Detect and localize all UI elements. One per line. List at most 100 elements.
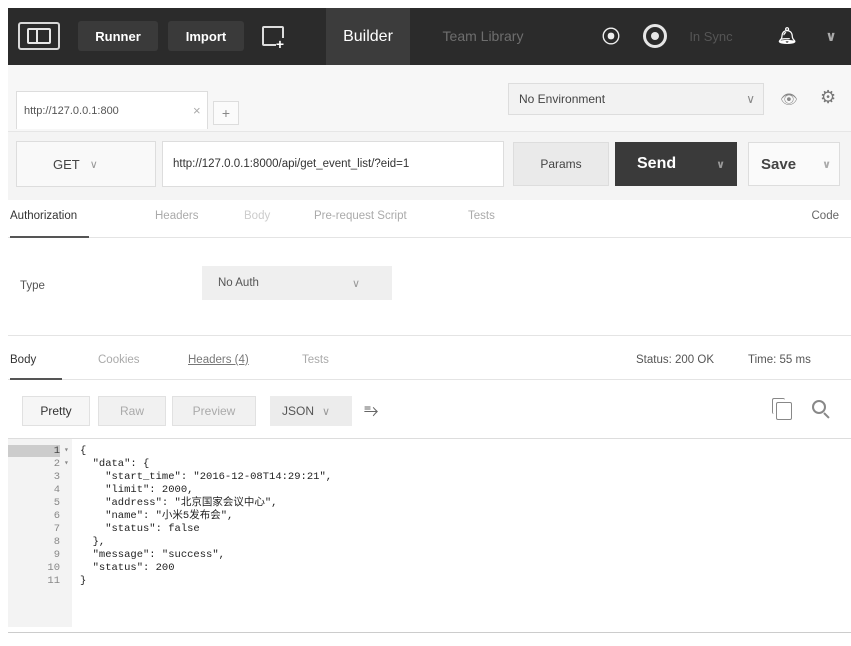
chevron-down-icon[interactable]: ∨ [822, 158, 831, 171]
send-label: Send [637, 155, 677, 172]
code-text: "limit": 2000, [80, 484, 194, 496]
wrap-lines-icon[interactable]: ⥱ [364, 400, 388, 422]
tab-cookies[interactable]: Cookies [98, 354, 140, 366]
chevron-down-icon: ∨ [746, 92, 755, 106]
auth-type-select[interactable]: No Auth ∨ [202, 266, 392, 300]
sidebar-toggle-icon[interactable] [18, 22, 60, 50]
code-line: 1 ▾ { [8, 445, 851, 457]
code-text: "start_time": "2016-12-08T14:29:21", [80, 471, 333, 483]
eye-icon[interactable]: 👁︎ [780, 91, 802, 107]
code-line: 10 "status": 200 [8, 562, 851, 574]
top-toolbar: Runner Import Builder Team Library ⦿ In … [8, 8, 851, 65]
tab-response-body[interactable]: Body [10, 354, 63, 380]
response-time: Time: 55 ms [748, 354, 811, 366]
status-badge: Status: 200 OK [636, 354, 714, 366]
line-number: 11 [47, 575, 60, 587]
line-number: 7 [53, 523, 60, 535]
close-icon[interactable]: × [193, 103, 201, 118]
send-button[interactable]: Send ∨ [615, 142, 737, 186]
params-button[interactable]: Params [513, 142, 609, 186]
code-line: 7 "status": false [8, 523, 851, 535]
code-text: "name": "小米5发布会", [80, 510, 234, 522]
import-button[interactable]: Import [168, 21, 244, 51]
gear-icon[interactable]: ⚙ [820, 87, 842, 109]
line-number: 4 [53, 484, 60, 496]
environment-select-value: No Environment [519, 92, 606, 106]
response-body-viewer[interactable]: 1 ▾ { 2 ▾ "data": { 3 "start_time": "2016-1… [8, 438, 851, 646]
line-number: 1 [8, 445, 60, 457]
runner-button[interactable]: Runner [78, 21, 158, 51]
line-number: 5 [53, 497, 60, 509]
pretty-button[interactable]: Pretty [22, 396, 90, 426]
response-toolbar: Pretty Raw Preview JSON ∨ ⥱ [8, 380, 851, 438]
fold-toggle-icon[interactable]: ▾ [64, 458, 69, 470]
code-line: 2 ▾ "data": { [8, 458, 851, 470]
tab-response-headers[interactable]: Headers (4) [188, 354, 249, 366]
code-text: "message": "success", [80, 549, 225, 561]
line-number: 3 [53, 471, 60, 483]
team-library-tab[interactable]: Team Library [428, 21, 538, 51]
code-line: 6 "name": "小米5发布会", [8, 510, 851, 522]
chevron-down-icon: ∨ [89, 158, 98, 171]
line-number: 10 [47, 562, 60, 574]
chevron-down-icon: ∨ [352, 277, 361, 290]
save-label: Save [761, 155, 797, 173]
save-button[interactable]: Save ∨ [748, 142, 840, 186]
tab-body[interactable]: Body [244, 210, 270, 222]
auth-type-value: No Auth [218, 277, 259, 289]
method-select[interactable]: GET ∨ [16, 141, 156, 187]
format-select[interactable]: JSON ∨ [270, 396, 352, 426]
new-window-icon[interactable] [256, 21, 290, 51]
code-text: "address": "北京国家会议中心", [80, 497, 278, 509]
code-text: "data": { [80, 458, 150, 470]
line-number: 8 [53, 536, 60, 548]
tab-row: http://127.0.0.1:800 × + No Environment … [8, 65, 851, 132]
sync-status-label: In Sync [689, 28, 733, 44]
line-number: 6 [53, 510, 60, 522]
preview-button[interactable]: Preview [172, 396, 256, 426]
request-bar: GET ∨ http://127.0.0.1:8000/api/get_even… [8, 132, 851, 200]
bottom-divider [8, 632, 851, 633]
code-line: 4 "limit": 2000, [8, 484, 851, 496]
fold-toggle-icon[interactable]: ▾ [64, 445, 69, 457]
response-tabs: Body Cookies Headers (4) Tests Status: 2… [8, 336, 851, 380]
tab-headers[interactable]: Headers [155, 210, 198, 222]
profile-icon[interactable] [641, 21, 669, 51]
auth-panel: Type No Auth ∨ [8, 238, 851, 336]
tab-authorization[interactable]: Authorization [10, 210, 90, 238]
builder-tab[interactable]: Builder [326, 8, 410, 65]
tab-tests[interactable]: Tests [468, 210, 495, 222]
chevron-down-icon[interactable]: ∨ [716, 158, 725, 171]
code-link[interactable]: Code [812, 210, 840, 222]
request-tabs: Authorization Headers Body Pre-request S… [8, 200, 851, 238]
method-value: GET [53, 156, 80, 172]
copy-icon[interactable] [772, 398, 792, 420]
code-line: 3 "start_time": "2016-12-08T14:29:21", [8, 471, 851, 483]
search-icon[interactable] [812, 400, 830, 419]
code-text: }, [80, 536, 106, 548]
add-tab-button[interactable]: + [213, 101, 239, 125]
bell-icon[interactable]: 🔔︎ [772, 21, 802, 51]
code-line: 8 }, [8, 536, 851, 548]
line-number: 2 [53, 458, 60, 470]
raw-button[interactable]: Raw [98, 396, 166, 426]
code-text: } [80, 575, 87, 587]
code-line: 11} [8, 575, 851, 587]
chevron-down-icon[interactable]: ∨ [816, 21, 846, 51]
line-number: 9 [53, 549, 60, 561]
url-input[interactable]: http://127.0.0.1:8000/api/get_event_list… [162, 141, 504, 187]
code-text: "status": 200 [80, 562, 175, 574]
code-text: { [80, 445, 87, 457]
chevron-down-icon: ∨ [322, 405, 331, 418]
request-tab[interactable]: http://127.0.0.1:800 × [16, 91, 208, 129]
format-value: JSON [282, 404, 315, 418]
tab-response-tests[interactable]: Tests [302, 354, 329, 366]
interceptor-icon[interactable]: ⦿ [596, 21, 626, 51]
tab-pre-request-script[interactable]: Pre-request Script [314, 210, 407, 222]
request-tab-label: http://127.0.0.1:800 [24, 104, 119, 117]
code-line: 5 "address": "北京国家会议中心", [8, 497, 851, 509]
environment-select[interactable]: No Environment ∨ [508, 83, 764, 115]
code-line: 9 "message": "success", [8, 549, 851, 561]
code-text: "status": false [80, 523, 200, 535]
auth-type-label: Type [20, 280, 45, 292]
